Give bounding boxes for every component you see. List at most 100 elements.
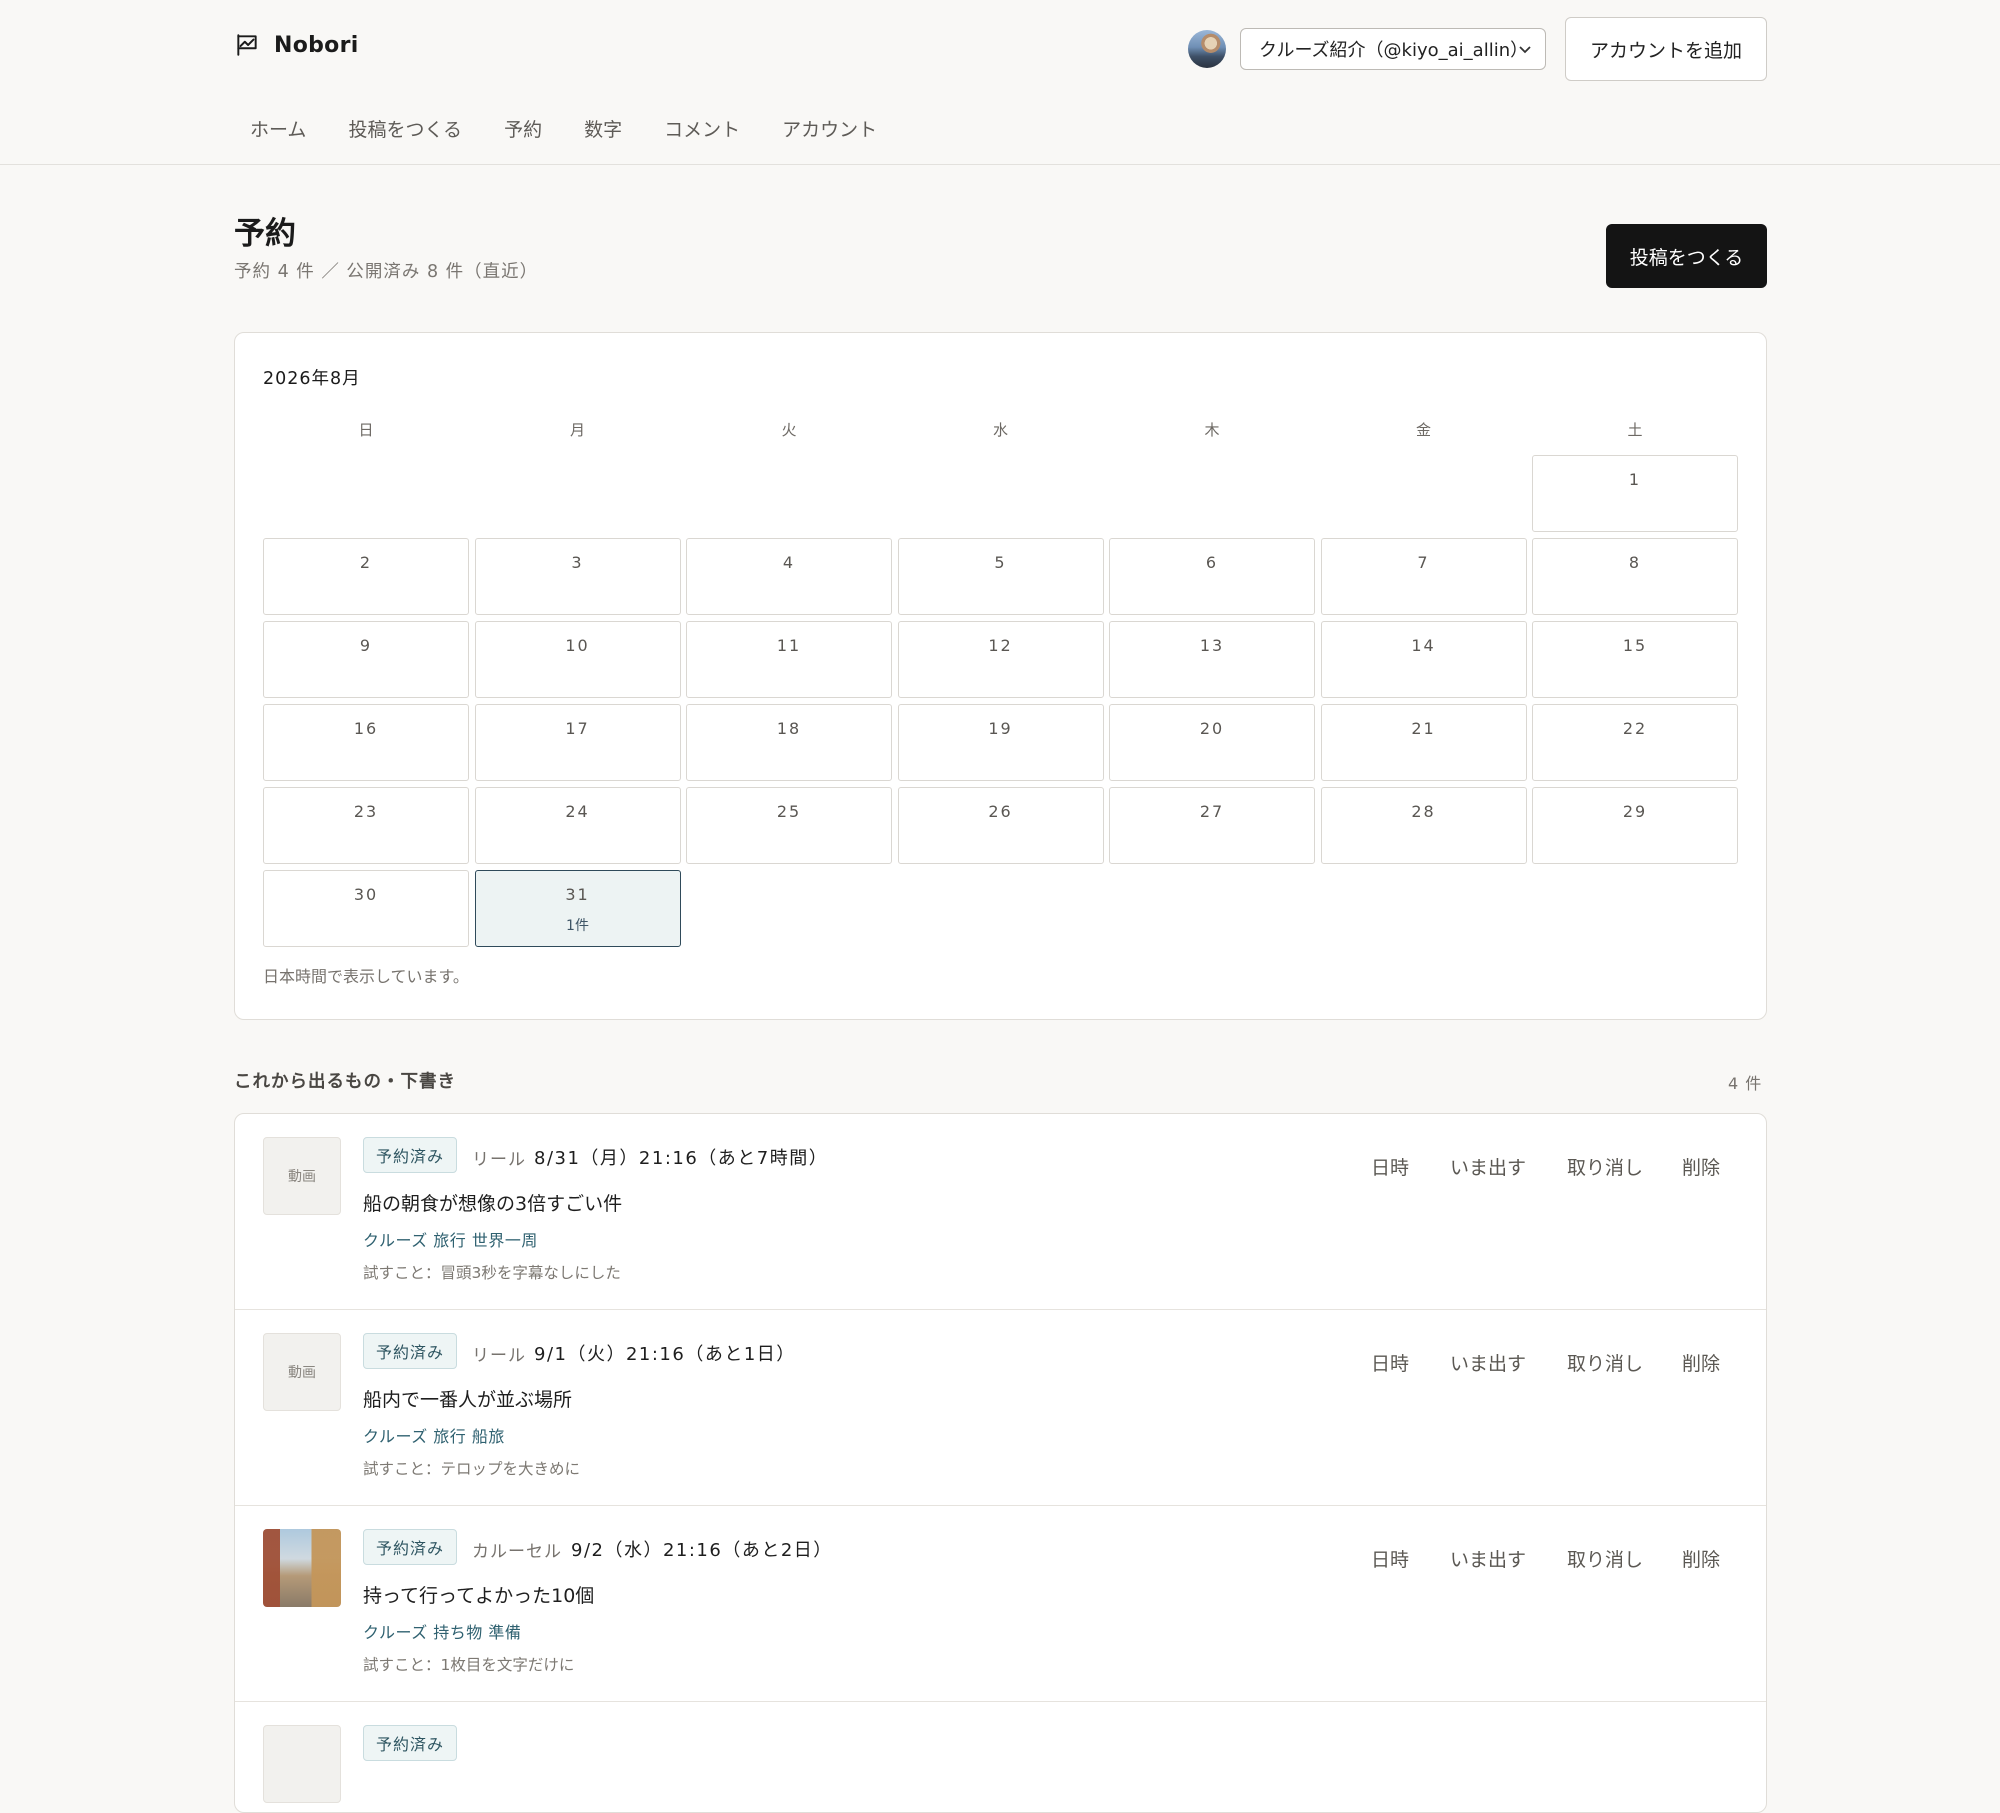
- day-number: 26: [988, 802, 1013, 821]
- datetime-button[interactable]: 日時: [1371, 1349, 1409, 1376]
- timezone-note: 日本時間で表示しています。: [263, 967, 469, 986]
- day-number: 3: [571, 553, 584, 572]
- delete-button[interactable]: 削除: [1682, 1349, 1720, 1376]
- day-number: 11: [776, 636, 802, 655]
- day-number: 17: [565, 719, 590, 738]
- calendar-day[interactable]: 12: [897, 621, 1104, 698]
- calendar-day[interactable]: 13: [1109, 621, 1315, 698]
- nav-home[interactable]: ホーム: [250, 115, 306, 142]
- main-nav: ホーム 投稿をつくる 予約 数字 コメント アカウント: [250, 115, 919, 142]
- day-number: 2: [359, 553, 373, 572]
- calendar-day[interactable]: 26: [897, 787, 1104, 864]
- calendar-day[interactable]: 3: [474, 538, 681, 615]
- calendar-day[interactable]: 29: [1532, 787, 1738, 864]
- nav-account[interactable]: アカウント: [782, 115, 877, 142]
- list-item[interactable]: 予約済み カルーセル 9/2（水）21:16（あと2日） 持って行ってよかった1…: [235, 1506, 1766, 1702]
- calendar-day[interactable]: 30: [263, 870, 469, 947]
- list-item[interactable]: 動画 予約済み リール 8/31（月）21:16（あと7時間） 船の朝食が想像の…: [235, 1114, 1766, 1310]
- delete-button[interactable]: 削除: [1682, 1153, 1720, 1180]
- status-badge: 予約済み: [363, 1529, 458, 1565]
- calendar-day[interactable]: 24: [474, 787, 681, 864]
- list-item[interactable]: 動画 予約済み リール 9/1（火）21:16（あと1日） 船内で一番人が並ぶ場…: [235, 1310, 1766, 1506]
- calendar-day[interactable]: 6: [1109, 538, 1315, 615]
- day-post-count: 1件: [566, 918, 589, 934]
- list-item[interactable]: 予約済み: [235, 1702, 1766, 1812]
- create-post-button[interactable]: 投稿をつくる: [1606, 224, 1767, 288]
- post-tags: クルーズ 旅行 船旅: [363, 1427, 505, 1446]
- video-thumbnail: 動画: [263, 1333, 341, 1411]
- post-note: 試すこと：冒頭3秒を字幕なしにした: [363, 1264, 621, 1282]
- calendar-day[interactable]: 17: [474, 704, 681, 781]
- day-number: 7: [1417, 553, 1430, 572]
- delete-button[interactable]: 削除: [1682, 1545, 1720, 1572]
- post-kind: リール: [472, 1150, 526, 1170]
- calendar-day[interactable]: 5: [897, 538, 1104, 615]
- calendar-day[interactable]: 31 1件: [474, 870, 681, 947]
- calendar-card: 2026年8月 日月火水木金土 1 2 3 4 5 6 7 8 9 10 11 12 13 14 15 16 17…: [234, 332, 1767, 1020]
- calendar-day[interactable]: 18: [686, 704, 892, 781]
- datetime-button[interactable]: 日時: [1371, 1153, 1409, 1180]
- post-now-button[interactable]: いま出す: [1450, 1545, 1526, 1572]
- page-title: 予約: [234, 216, 296, 252]
- calendar-day[interactable]: 8: [1532, 538, 1738, 615]
- calendar-day[interactable]: 19: [897, 704, 1104, 781]
- cancel-button[interactable]: 取り消し: [1567, 1153, 1643, 1180]
- calendar-day[interactable]: 20: [1109, 704, 1315, 781]
- list-heading: これから出るもの・下書き: [234, 1072, 456, 1092]
- day-number: 13: [1199, 636, 1225, 655]
- weekday-header: 金: [1415, 421, 1431, 439]
- day-number: 9: [359, 636, 373, 655]
- nav-numbers[interactable]: 数字: [584, 115, 622, 142]
- calendar-month: 2026年8月: [263, 369, 361, 389]
- nav-schedule[interactable]: 予約: [504, 115, 542, 142]
- day-number: 1: [1628, 470, 1642, 489]
- account-select[interactable]: クルーズ紹介（@kiyo_ai_allin）: [1240, 28, 1546, 70]
- calendar-day[interactable]: 16: [263, 704, 469, 781]
- post-now-button[interactable]: いま出す: [1450, 1153, 1526, 1180]
- brand[interactable]: Nobori: [234, 32, 359, 58]
- calendar-day[interactable]: 2: [263, 538, 469, 615]
- calendar-day[interactable]: 11: [686, 621, 892, 698]
- calendar-day[interactable]: 14: [1320, 621, 1527, 698]
- day-number: 8: [1628, 553, 1642, 572]
- calendar-day[interactable]: 1: [1532, 455, 1738, 532]
- calendar-day[interactable]: 15: [1532, 621, 1738, 698]
- calendar-day[interactable]: 28: [1320, 787, 1527, 864]
- post-tags: クルーズ 旅行 世界一周: [363, 1231, 538, 1250]
- day-number: 14: [1411, 636, 1436, 655]
- nav-create-post[interactable]: 投稿をつくる: [348, 115, 462, 142]
- cancel-button[interactable]: 取り消し: [1567, 1545, 1643, 1572]
- post-title: 船内で一番人が並ぶ場所: [363, 1389, 573, 1411]
- calendar-day[interactable]: 21: [1320, 704, 1527, 781]
- day-number: 23: [353, 802, 379, 821]
- top-header: Nobori クルーズ紹介（@kiyo_ai_allin） アカウントを追加 ホ…: [0, 0, 2000, 165]
- cancel-button[interactable]: 取り消し: [1567, 1349, 1643, 1376]
- calendar-day[interactable]: 27: [1109, 787, 1315, 864]
- video-thumbnail: [263, 1725, 341, 1803]
- brand-name: Nobori: [274, 32, 359, 58]
- day-number: 4: [782, 553, 796, 572]
- weekday-header: 土: [1627, 421, 1643, 439]
- calendar-day[interactable]: 10: [474, 621, 681, 698]
- day-number: 22: [1622, 719, 1648, 738]
- day-number: 10: [565, 636, 590, 655]
- post-note: 試すこと：1枚目を文字だけに: [363, 1656, 575, 1674]
- day-number: 27: [1199, 802, 1225, 821]
- day-number: 5: [994, 553, 1007, 572]
- calendar-day[interactable]: 9: [263, 621, 469, 698]
- calendar-day[interactable]: 23: [263, 787, 469, 864]
- post-kind: リール: [472, 1346, 526, 1366]
- chevron-down-icon: [1519, 46, 1531, 54]
- weekday-header: 日: [358, 421, 374, 439]
- calendar-day[interactable]: 22: [1532, 704, 1738, 781]
- calendar-day[interactable]: 4: [686, 538, 892, 615]
- calendar-day[interactable]: 7: [1320, 538, 1527, 615]
- calendar-day[interactable]: 25: [686, 787, 892, 864]
- photo-thumbnail: [263, 1529, 341, 1607]
- day-number: 18: [776, 719, 802, 738]
- nav-comments[interactable]: コメント: [664, 115, 740, 142]
- post-now-button[interactable]: いま出す: [1450, 1349, 1526, 1376]
- datetime-button[interactable]: 日時: [1371, 1545, 1409, 1572]
- add-account-button[interactable]: アカウントを追加: [1565, 17, 1767, 81]
- avatar[interactable]: [1188, 30, 1226, 68]
